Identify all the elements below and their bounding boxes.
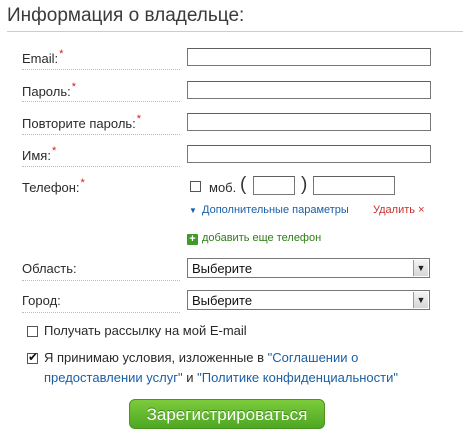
city-select[interactable]: Выберите ▼ <box>187 290 430 310</box>
divider <box>22 134 180 135</box>
email-field[interactable] <box>187 48 431 66</box>
mobile-checkbox[interactable] <box>190 181 201 192</box>
name-field[interactable] <box>187 145 431 163</box>
required-mark: * <box>59 48 64 60</box>
city-selected-value: Выберите <box>192 293 253 308</box>
open-paren: ( <box>240 174 247 195</box>
password-repeat-label: Повторите пароль:* <box>22 113 142 131</box>
name-label: Имя:* <box>22 145 57 163</box>
password-repeat-field[interactable] <box>187 113 431 131</box>
required-mark: * <box>136 113 142 125</box>
close-icon: × <box>418 204 425 216</box>
register-button[interactable]: Зарегистрироваться <box>129 399 325 429</box>
chevron-down-icon: ▼ <box>413 292 428 308</box>
divider <box>22 280 180 281</box>
divider <box>22 69 180 70</box>
arrow-down-icon: ▼ <box>189 206 197 215</box>
password-field[interactable] <box>187 81 431 99</box>
phone-code-field[interactable] <box>253 176 295 195</box>
terms-text: Я принимаю условия, изложенные в "Соглаш… <box>44 350 398 385</box>
divider <box>22 312 180 313</box>
privacy-link[interactable]: "Политике конфиденциальности" <box>197 370 398 385</box>
add-phone-link[interactable]: добавить еще телефон <box>202 232 321 244</box>
city-label: Город: <box>22 293 61 308</box>
phone-label: Телефон:* <box>22 177 85 195</box>
form-title: Информация о владельце: <box>7 5 245 26</box>
chevron-down-icon: ▼ <box>413 260 428 276</box>
mobile-label: моб. <box>209 180 237 195</box>
newsletter-label: Получать рассылку на мой E-mail <box>44 323 247 338</box>
delete-phone-link[interactable]: Удалить × <box>373 204 425 216</box>
region-label: Область: <box>22 261 77 276</box>
required-mark: * <box>51 145 57 157</box>
phone-number-field[interactable] <box>313 176 395 195</box>
divider <box>22 166 180 167</box>
terms-checkbox[interactable] <box>27 350 38 364</box>
newsletter-checkbox[interactable] <box>27 326 38 337</box>
close-paren: ) <box>301 174 308 195</box>
required-mark: * <box>71 81 76 93</box>
region-selected-value: Выберите <box>192 261 253 276</box>
password-label: Пароль:* <box>22 81 76 99</box>
extra-params-link[interactable]: Дополнительные параметры <box>202 204 349 216</box>
required-mark: * <box>80 177 85 189</box>
email-label: Email:* <box>22 48 64 66</box>
divider <box>22 101 180 102</box>
region-select[interactable]: Выберите ▼ <box>187 258 430 278</box>
plus-icon: + <box>187 234 198 245</box>
title-divider <box>7 31 463 32</box>
